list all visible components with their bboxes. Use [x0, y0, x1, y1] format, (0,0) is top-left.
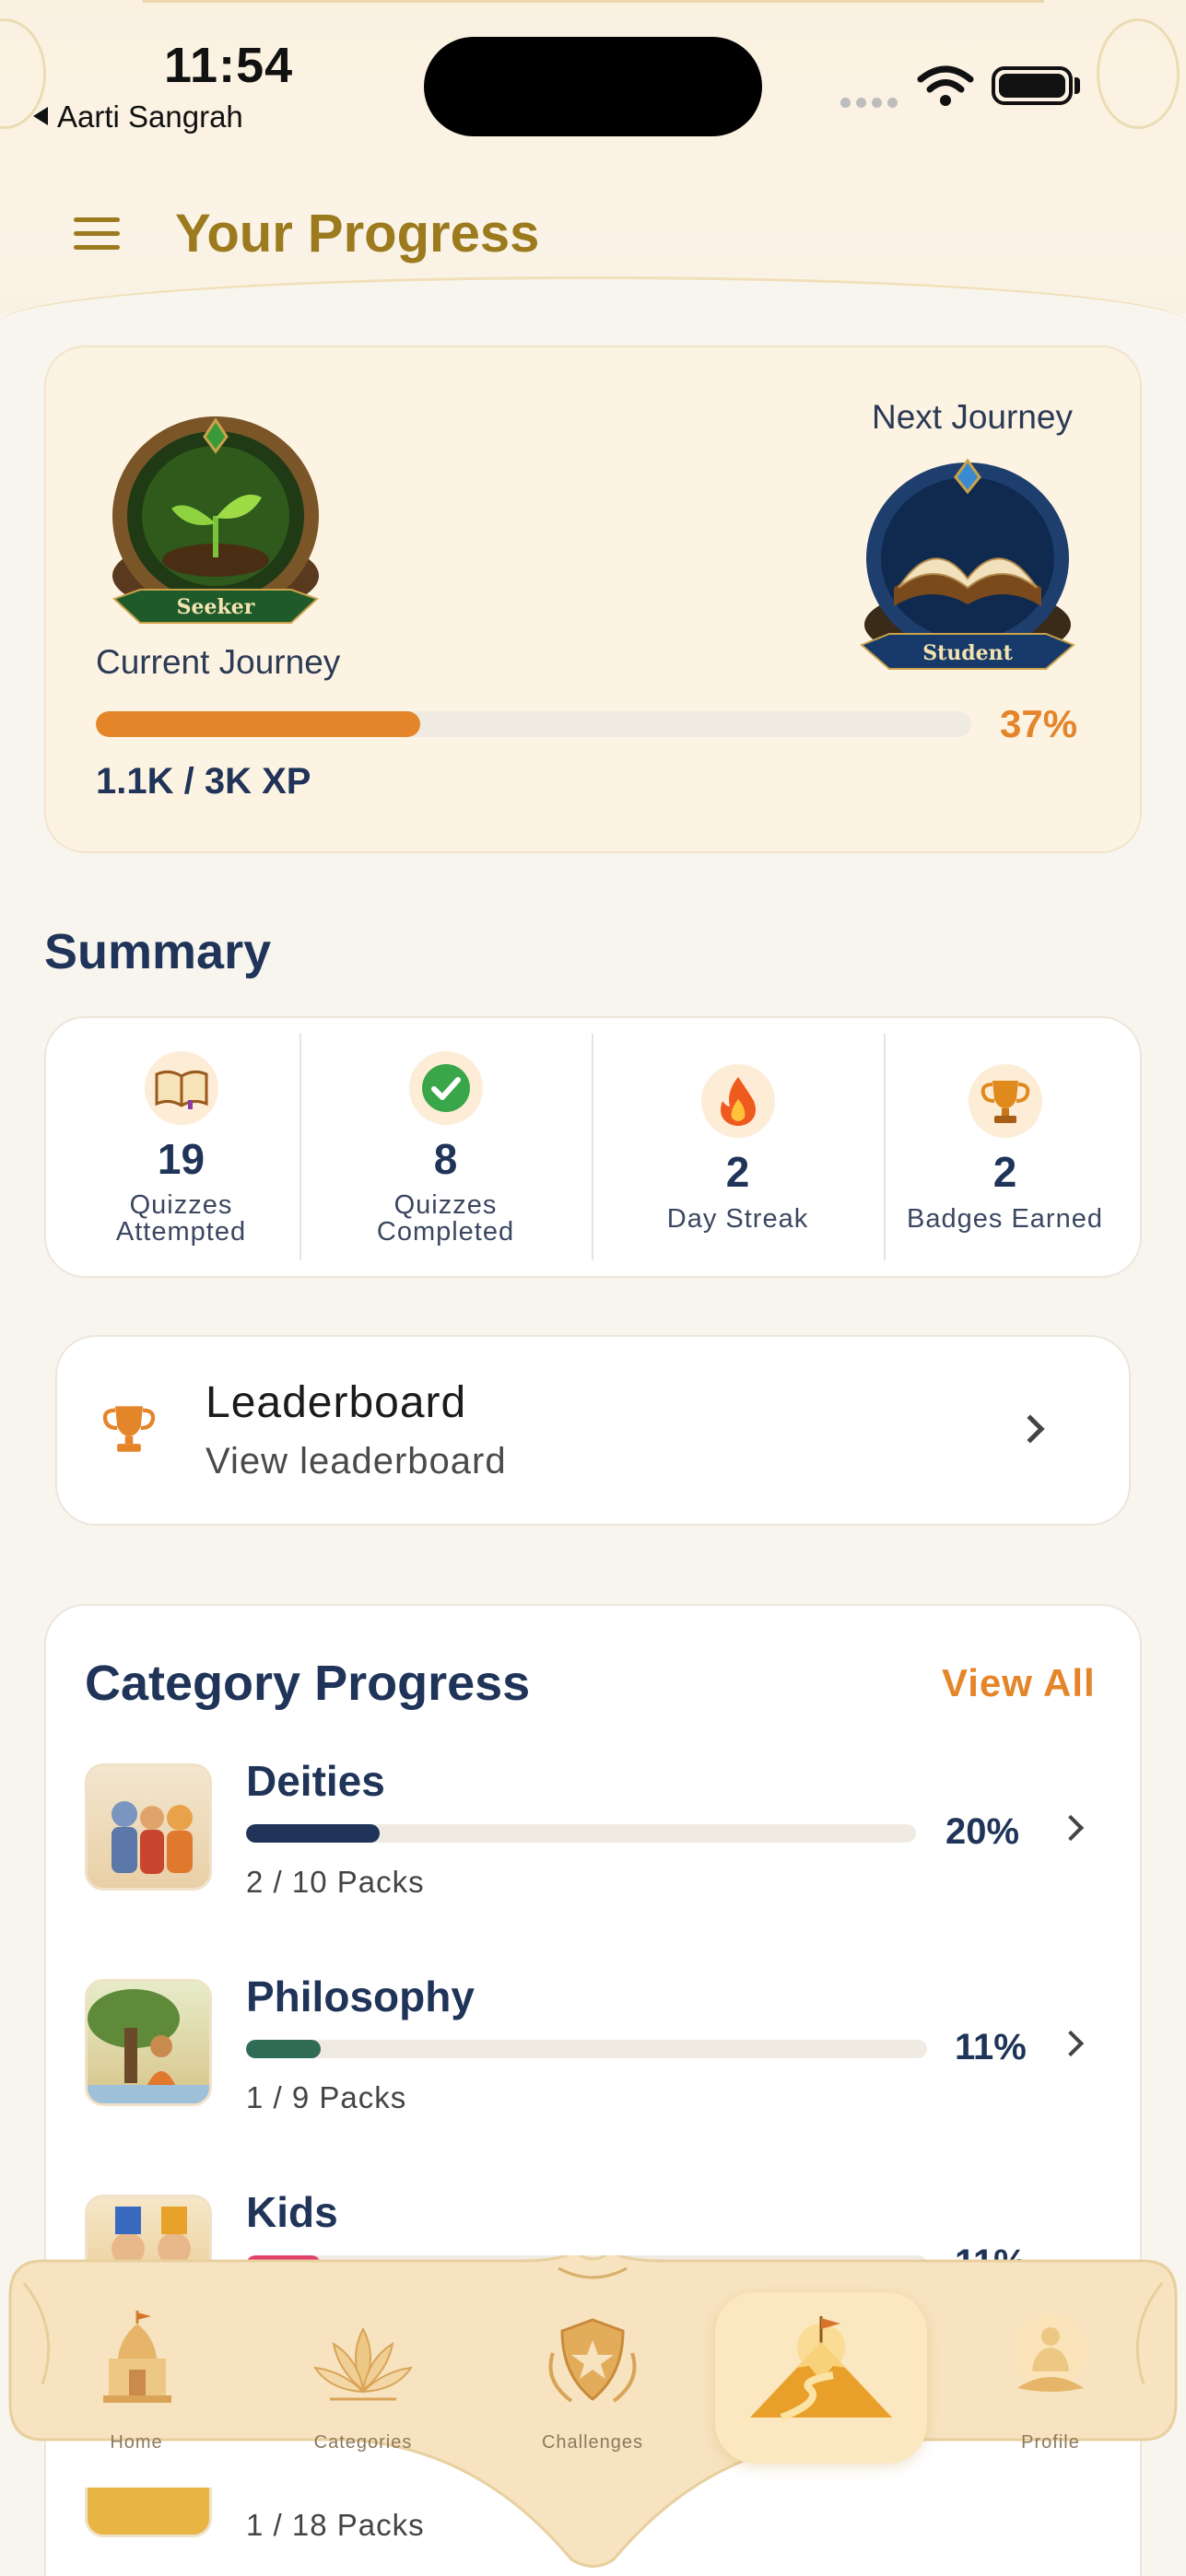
stat-quizzes-attempted: 19 Quizzes Attempted: [44, 1016, 318, 1278]
stat-label: Completed: [376, 1217, 515, 1247]
leaderboard-subtitle: View leaderboard: [205, 1441, 507, 1481]
lotus-icon: [312, 2326, 414, 2401]
battery-tip: [1074, 77, 1080, 94]
category-name: Deities: [246, 1757, 385, 1805]
back-app-label: Aarti Sangrah: [57, 100, 243, 134]
xp-progress-percent: 37%: [1000, 702, 1078, 745]
category-progress-title: Category Progress: [85, 1656, 531, 1711]
xp-progress-fill: [96, 711, 420, 737]
leaderboard-card[interactable]: [55, 1335, 1131, 1526]
page-title: Your Progress: [175, 204, 540, 263]
student-badge-image: Student: [860, 458, 1075, 670]
stat-value: 2: [725, 1148, 750, 1196]
current-journey-label: Current Journey: [96, 643, 341, 681]
seeker-badge-text: Seeker: [177, 595, 255, 619]
stat-value: 2: [992, 1148, 1017, 1196]
leaderboard-trophy-icon: [102, 1406, 156, 1452]
xp-progress-text: 1.1K / 3K XP: [96, 761, 311, 802]
summary-title: Summary: [44, 924, 272, 979]
category-progress-fill: [246, 2040, 322, 2058]
top-decoration: [143, 0, 1044, 3]
xp-progress-bar: [96, 711, 971, 737]
stat-quizzes-completed: 8 Quizzes Completed: [309, 1016, 582, 1278]
category-progress-bar: [246, 1824, 916, 1843]
deities-thumbnail: [85, 1763, 212, 1891]
category-name: Kids: [246, 2188, 338, 2236]
book-icon: [144, 1051, 218, 1125]
flame-icon: [700, 1064, 775, 1138]
stat-badges-earned: 2 Badges Earned: [868, 1016, 1142, 1278]
stat-label: Attempted: [115, 1217, 247, 1247]
category-packs: 2 / 10 Packs: [246, 1865, 425, 1899]
stat-label: Badges Earned: [907, 1204, 1103, 1234]
wifi-icon: [917, 65, 974, 106]
stat-label: Day Streak: [666, 1204, 809, 1234]
cellular-signal-icon: [840, 96, 903, 112]
seeker-badge-image: Seeker: [112, 416, 319, 624]
back-triangle-icon: [33, 107, 48, 125]
status-time: 11:54: [164, 38, 294, 93]
check-circle-icon: [408, 1051, 483, 1125]
category-progress-bar: [246, 2040, 927, 2058]
hamburger-menu-icon[interactable]: [74, 217, 120, 254]
stat-label: Quizzes: [129, 1190, 233, 1220]
category-name: Philosophy: [246, 1973, 475, 2020]
category-percent: 20%: [945, 1811, 1020, 1852]
mountain-flag-icon: [750, 2316, 892, 2421]
stat-day-streak: 2 Day Streak: [601, 1016, 875, 1278]
back-to-app-link[interactable]: Aarti Sangrah: [33, 100, 243, 135]
temple-icon: [103, 2311, 171, 2403]
category-packs: 1 / 9 Packs: [246, 2080, 407, 2114]
nav-label: Profile: [1021, 2432, 1080, 2453]
shield-star-icon: [548, 2318, 637, 2403]
stat-label: Quizzes: [393, 1190, 498, 1220]
philosophy-thumbnail: [85, 1979, 212, 2106]
meditation-icon: [1014, 2314, 1087, 2392]
battery-icon: [992, 66, 1073, 105]
stat-divider: [592, 1034, 593, 1260]
stat-value: 19: [157, 1135, 205, 1183]
trophy-icon: [968, 1064, 1042, 1138]
nav-label: Categories: [313, 2432, 413, 2453]
dynamic-island: [424, 37, 762, 136]
category-progress-fill: [246, 1824, 381, 1843]
stat-divider: [299, 1034, 301, 1260]
nav-label: Challenges: [541, 2432, 644, 2453]
nav-label: Home: [110, 2432, 163, 2453]
view-all-link[interactable]: View All: [942, 1661, 1096, 1705]
student-badge-text: Student: [922, 641, 1013, 665]
stat-value: 8: [433, 1135, 458, 1183]
leaderboard-title: Leaderboard: [205, 1378, 467, 1427]
next-journey-label: Next Journey: [872, 398, 1073, 436]
category-percent: 11%: [955, 2027, 1027, 2067]
corner-ornament: [1097, 18, 1180, 129]
